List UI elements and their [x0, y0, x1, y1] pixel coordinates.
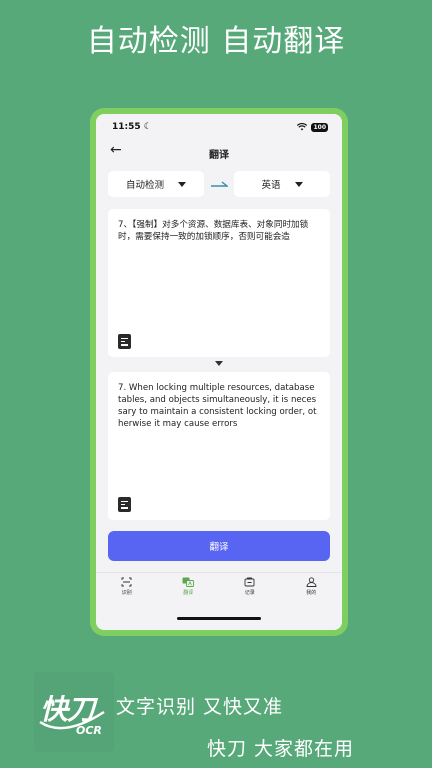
scan-icon — [121, 577, 132, 587]
logo-ocr-text: OCR — [76, 724, 102, 737]
back-arrow-icon[interactable]: ← — [110, 142, 122, 158]
target-language-label: 英语 — [261, 180, 281, 191]
source-language-label: 自动检测 — [125, 180, 164, 191]
tab-translate-label: 翻译 — [183, 590, 194, 596]
language-selector-row: 自动检测 英语 — [108, 171, 330, 197]
tab-translate[interactable]: 翻译 — [158, 577, 220, 602]
translated-text: 7. When locking multiple resources, data… — [118, 383, 317, 429]
source-text-area[interactable]: 7、【强制】对多个资源、数据库表、对象同时加锁时，需要保持一致的加锁顺序，否则可… — [108, 209, 330, 357]
home-indicator[interactable] — [177, 617, 261, 620]
promo-headline: 自动检测 自动翻译 — [86, 24, 346, 59]
profile-icon — [306, 577, 317, 587]
promo-tagline-1: 文字识别 又快又准 — [116, 696, 284, 718]
tab-profile-label: 我的 — [306, 590, 317, 596]
record-icon — [244, 577, 255, 587]
page-title: 翻译 — [209, 149, 229, 161]
wifi-icon — [297, 123, 308, 131]
tab-scan-label: 识别 — [121, 590, 132, 596]
swap-languages-button[interactable] — [204, 180, 234, 188]
document-icon[interactable] — [118, 334, 131, 349]
source-language-select[interactable]: 自动检测 — [108, 171, 204, 197]
target-language-select[interactable]: 英语 — [234, 171, 330, 197]
moon-icon: ☾ — [143, 122, 152, 132]
nav-bar: ← 翻译 — [96, 140, 342, 166]
source-text: 7、【强制】对多个资源、数据库表、对象同时加锁时，需要保持一致的加锁顺序，否则可… — [118, 220, 309, 242]
chevron-down-icon — [178, 181, 186, 187]
translation-result-area: 7. When locking multiple resources, data… — [108, 372, 330, 520]
tab-records-label: 记录 — [244, 590, 255, 596]
status-time: 11:55 ☾ — [112, 122, 297, 132]
phone-frame: 11:55 ☾ 100 ← 翻译 自动检测 英语 7、【强制】对多个资源、数据库… — [90, 108, 348, 636]
tab-profile[interactable]: 我的 — [281, 577, 343, 602]
tab-bar: 识别 翻译 记录 我的 — [96, 572, 342, 602]
promo-tagline-2: 快刀 大家都在用 — [207, 738, 355, 760]
swap-arrow-icon — [211, 181, 228, 187]
document-icon[interactable] — [118, 497, 131, 512]
down-arrow-icon — [215, 361, 223, 366]
logo-swoosh-icon — [39, 710, 105, 730]
app-screen: 11:55 ☾ 100 ← 翻译 自动检测 英语 7、【强制】对多个资源、数据库… — [96, 114, 342, 630]
status-icons: 100 — [297, 122, 328, 132]
translate-icon — [182, 577, 195, 587]
tab-records[interactable]: 记录 — [219, 577, 281, 602]
app-logo: 快刀 OCR — [34, 672, 114, 752]
battery-icon: 100 — [311, 122, 328, 132]
translate-button[interactable]: 翻译 — [108, 531, 330, 561]
chevron-down-icon — [294, 181, 303, 187]
tab-scan[interactable]: 识别 — [96, 577, 158, 602]
status-time-text: 11:55 — [112, 122, 141, 132]
status-bar: 11:55 ☾ 100 — [96, 114, 342, 140]
